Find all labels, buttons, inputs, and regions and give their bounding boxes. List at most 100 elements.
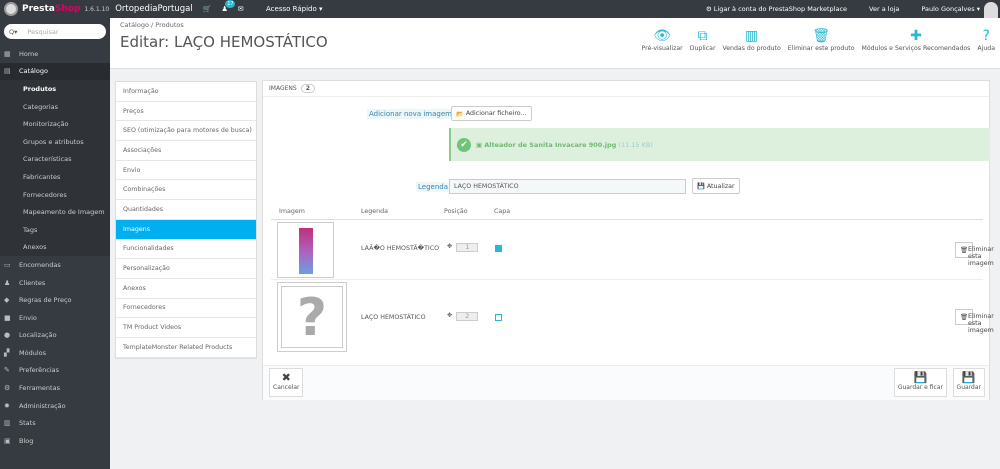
help-button[interactable]: ? Ajuda [977, 27, 995, 52]
sidebar-item-regras-de-pre-o[interactable]: ◆ Regras de Preço [0, 291, 110, 309]
caption-input[interactable]: LAÇO HEMOSTÁTICO [449, 179, 686, 194]
menu-icon: ✹ [4, 401, 10, 410]
sidebar-item-categorias[interactable]: Categorias [0, 97, 110, 116]
sidebar-item-fornecedores[interactable]: Fornecedores [0, 185, 110, 204]
sidebar-item-label: Produtos [23, 84, 57, 93]
save-button[interactable]: 💾 Guardar [952, 368, 985, 397]
sidebar-item-encomendas[interactable]: ▭ Encomendas [0, 256, 110, 274]
cover-checkbox[interactable] [495, 314, 502, 321]
sidebar-item-label: Ferramentas [19, 384, 60, 393]
sidebar-item-label: Encomendas [19, 260, 61, 269]
breadcrumb[interactable]: Catálogo / Produtos [120, 21, 184, 29]
quick-access-menu[interactable]: Acesso Rápido ▾ [266, 5, 322, 13]
search-icon[interactable]: Q▾ [9, 28, 17, 36]
sidebar-item-stats[interactable]: ▥ Stats [0, 414, 110, 432]
sidebar-item-label: Administração [19, 401, 66, 410]
add-image-label: Adicionar nova imagem [367, 109, 454, 119]
cover-checkbox[interactable] [495, 245, 502, 252]
drag-handle-icon[interactable]: ✥ 1 [447, 243, 479, 252]
sidebar-item-fabricantes[interactable]: Fabricantes [0, 168, 110, 186]
tab-personaliza-o[interactable]: Personalização [116, 259, 256, 279]
sidebar-item-localiza-o[interactable]: ● Localização [0, 327, 110, 345]
sidebar-item-prefer-ncias[interactable]: ✎ Preferências [0, 362, 110, 380]
cancel-button[interactable]: ✖ Cancelar [269, 368, 304, 397]
sidebar-item-label: Blog [19, 436, 34, 445]
sidebar-item-anexos[interactable]: Anexos [0, 238, 110, 257]
position-field: 2 [456, 312, 479, 321]
view-shop-link[interactable]: Ver a loja [869, 5, 899, 13]
tab-informa-o[interactable]: Informação [116, 82, 256, 102]
sidebar-item-tags[interactable]: Tags [0, 220, 110, 239]
sidebar-item-envio[interactable]: ■ Envio [0, 309, 110, 327]
sidebar-item-ferramentas[interactable]: ⚙ Ferramentas [0, 379, 110, 397]
sidebar-item-clientes[interactable]: ♟ Clientes [0, 274, 110, 292]
product-tabs: Informação Preços SEO (otimização para mot… [115, 81, 257, 359]
menu-icon: ■ [4, 313, 11, 322]
add-file-button[interactable]: 📂 Adicionar ficheiro... [451, 106, 532, 121]
tab-associa-es[interactable]: Associações [116, 141, 256, 161]
delete-image-button[interactable]: 🗑 Eliminar esta imagem [955, 309, 994, 334]
sidebar-item-administra-o[interactable]: ✹ Administração [0, 397, 110, 415]
sidebar-item-caracter-sticas[interactable]: Características [0, 150, 110, 169]
user-menu[interactable]: Paulo Gonçalves ▾ [921, 5, 980, 13]
sidebar-item-label: Fabricantes [23, 172, 61, 181]
sidebar-item-home[interactable]: ▦ Home [0, 45, 110, 63]
tab-tm-product-videos[interactable]: TM Product Videos [116, 318, 256, 338]
duplicate-icon: ⧉ [697, 28, 708, 44]
image-count: 2 [300, 84, 315, 93]
delete-product-button[interactable]: 🗑 Eliminar este produto [788, 27, 855, 52]
update-button[interactable]: 💾 Atualizar [692, 178, 740, 194]
product-thumbnail[interactable] [277, 222, 334, 278]
menu-icon: ▤ [4, 67, 11, 76]
tab-imagens[interactable]: Imagens [116, 219, 256, 240]
tab-funcionalidades[interactable]: Funcionalidades [116, 240, 256, 260]
tab-envio[interactable]: Envio [116, 161, 256, 181]
save-and-stay-button[interactable]: 💾 Guardar e ficar [893, 368, 947, 397]
sidebar-item-blog[interactable]: ▣ Blog [0, 432, 110, 450]
preview-button[interactable]: 👁 Pré-visualizar [641, 27, 682, 52]
tool-label: Duplicar [689, 45, 716, 52]
marketplace-link[interactable]: ⚙ Ligar à conta do PrestaShop Marketplac… [706, 5, 847, 13]
sidebar-item-label: Clientes [19, 278, 46, 287]
tab-anexos[interactable]: Anexos [116, 279, 256, 299]
prestashop-logo[interactable]: PrestaShop 1.6.1.10 [4, 2, 109, 16]
recommended-modules-button[interactable]: ✚ Módulos e Serviços Recomendados [862, 27, 971, 52]
duplicate-button[interactable]: ⧉ Duplicar [690, 27, 716, 52]
delete-image-button[interactable]: 🗑 Eliminar esta imagem [955, 242, 994, 267]
menu-icon: ◆ [4, 296, 10, 305]
mail-icon[interactable]: ✉ [238, 5, 244, 13]
sidebar-item-grupos-e-atributos[interactable]: Grupos e atributos [0, 132, 110, 151]
sidebar-item-label: Mapeamento de Imagem [23, 208, 105, 217]
tab-templatemonster-related-products[interactable]: TemplateMonster Related Products [116, 338, 256, 358]
customer-notification-icon[interactable]: ♟ 17 [221, 0, 236, 13]
sidebar-item-m-dulos[interactable]: ▞ Módulos [0, 344, 110, 362]
placeholder-thumbnail[interactable]: ? [277, 282, 347, 352]
sidebar-item-label: Preferências [19, 366, 60, 375]
check-icon: ✔ [457, 137, 471, 152]
shop-name[interactable]: OrtopediaPortugal [115, 4, 193, 14]
avatar[interactable] [984, 2, 998, 18]
tab-pre-os[interactable]: Preços [116, 102, 256, 122]
save-icon: 💾 [961, 371, 976, 384]
sidebar-item-label: Stats [19, 419, 36, 428]
cart-icon[interactable]: 🛒 [203, 5, 212, 13]
notification-badge: 17 [225, 0, 236, 8]
menu-icon: ● [4, 331, 11, 340]
tab-fornecedores[interactable]: Fornecedores [116, 299, 256, 319]
sidebar-item-cat-logo[interactable]: ▤ Catálogo [0, 62, 110, 81]
sidebar-item-produtos[interactable]: Produtos [0, 80, 110, 98]
sidebar-item-label: Catálogo [19, 67, 48, 76]
table-row: LAÃ�O HEMOSTÃ�TICO ✥ 1 🗑 Eliminar esta im… [271, 221, 994, 280]
sidebar-item-mapeamento-de-imagem[interactable]: Mapeamento de Imagem [0, 203, 110, 221]
version: 1.6.1.10 [84, 5, 110, 13]
tab-combina-es[interactable]: Combinações [116, 180, 256, 201]
menu-icon: ▦ [4, 49, 11, 58]
tab-seo-otimiza-o-para-motores-de-busca-[interactable]: SEO (otimização para motores de busca) [116, 121, 256, 142]
tool-label: Módulos e Serviços Recomendados [861, 45, 971, 52]
sales-button[interactable]: ▥ Vendas do produto [723, 27, 781, 52]
tab-quantidades[interactable]: Quantidades [116, 200, 256, 220]
drag-handle-icon[interactable]: ✥ 2 [447, 312, 479, 321]
sidebar-item-monitoriza-o[interactable]: Monitorização [0, 115, 110, 133]
logo-icon [4, 2, 18, 16]
search-input[interactable]: Q▾ Pesquisar [4, 24, 106, 39]
